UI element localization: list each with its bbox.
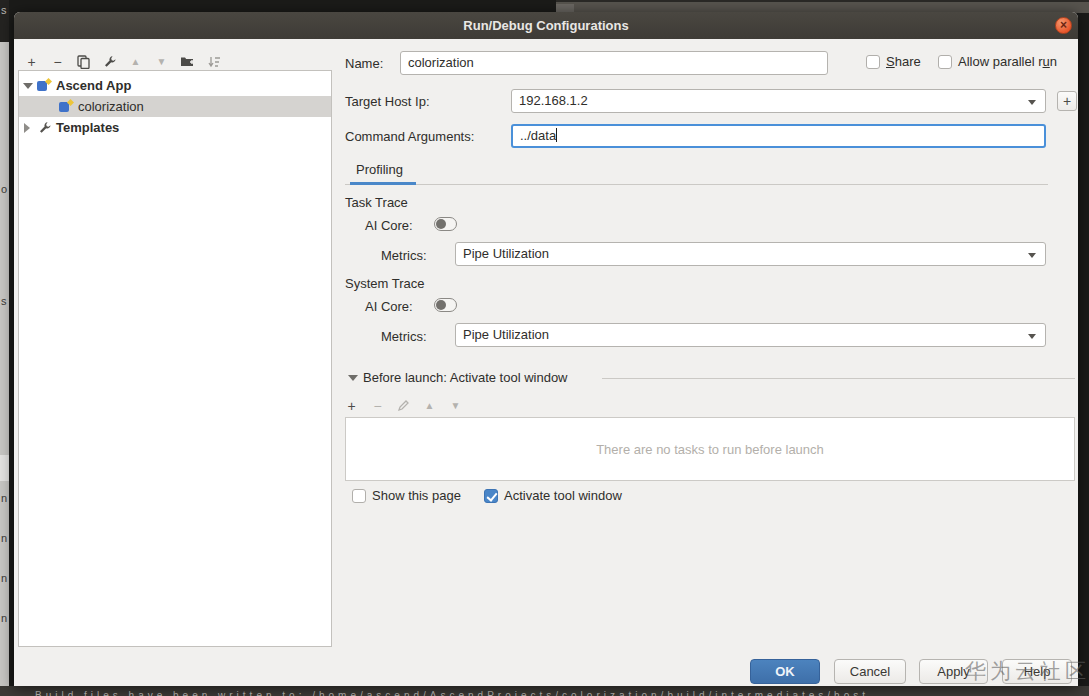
edge-letter: n [1,612,7,624]
dialog-titlebar[interactable]: Run/Debug Configurations [14,12,1078,39]
metrics-label: Metrics: [381,329,427,344]
sort-icon[interactable] [206,54,221,69]
edge-letter: n [1,532,7,544]
share-label: Share [886,54,921,69]
tree-item-ascend-app[interactable]: Ascend App [19,75,331,96]
edge-letter: s [1,4,7,16]
activate-tool-window-checkbox[interactable]: Activate tool window [484,488,622,503]
chevron-expanded-icon[interactable] [23,83,33,89]
edge-highlight [0,455,9,481]
combo-arrow-icon[interactable] [1028,253,1036,258]
tree-item-colorization[interactable]: colorization [19,96,331,117]
copy-icon[interactable] [76,54,91,69]
add-icon[interactable]: + [24,54,39,69]
tab-profiling[interactable]: Profiling [356,162,403,177]
show-this-page-checkbox-box[interactable] [352,489,366,503]
edge-letter: s [1,295,7,307]
add-task-icon[interactable]: + [344,398,359,413]
move-up-icon[interactable]: ▲ [128,54,143,69]
share-checkbox-box[interactable] [866,55,880,69]
tree-item-label: Ascend App [56,78,131,93]
templates-wrench-icon [38,121,52,135]
task-down-icon[interactable]: ▼ [448,398,463,413]
ai-core-toggle[interactable] [434,298,457,312]
combo-arrow-icon[interactable] [1028,100,1036,105]
tab-active-underline [350,182,416,185]
dialog-title: Run/Debug Configurations [463,18,628,33]
target-host-ip-combo[interactable]: 192.168.1.2 [511,89,1046,113]
empty-tasks-text: There are no tasks to run before launch [596,442,824,457]
edge-letter: o [1,183,7,195]
allow-parallel-run-checkbox-box[interactable] [938,55,952,69]
before-launch-title: Before launch: Activate tool window [363,370,568,385]
system-trace-title: System Trace [345,276,424,291]
tree-item-label: colorization [78,99,144,114]
show-this-page-checkbox[interactable]: Show this page [352,488,461,503]
ide-status-bar: Build files have been written to: /home/… [0,686,1089,696]
tree-item-templates[interactable]: Templates [19,117,331,138]
tree-toolbar: + − ▲ ▼ [24,54,221,69]
tree-item-label: Templates [56,120,119,135]
before-launch-toolbar: + − ▲ ▼ [344,398,463,413]
new-folder-icon[interactable] [180,54,195,69]
before-launch-divider [602,378,1075,379]
ai-core-label: AI Core: [365,218,413,233]
share-checkbox[interactable]: Share [866,54,921,69]
ai-core-toggle[interactable] [434,217,457,231]
task-up-icon[interactable]: ▲ [422,398,437,413]
build-output-text: Build files have been written to: /home/… [35,690,869,696]
configuration-icon [59,100,73,113]
ide-toolwindow-edge: s o s n n n n [0,0,9,696]
chevron-collapsed-icon[interactable] [24,123,30,133]
remove-icon[interactable]: − [50,54,65,69]
command-arguments-label: Command Arguments: [345,129,474,144]
allow-parallel-run-checkbox[interactable]: Allow parallel run [938,54,1057,69]
move-down-icon[interactable]: ▼ [154,54,169,69]
metrics-label: Metrics: [381,248,427,263]
command-arguments-input[interactable]: ../data [511,124,1046,148]
close-icon[interactable]: × [1055,17,1072,34]
target-host-ip-label: Target Host Ip: [345,94,430,109]
name-input[interactable]: colorization [400,51,828,75]
remove-task-icon[interactable]: − [370,398,385,413]
tab-strip-line [345,184,1048,185]
ai-core-label: AI Core: [365,299,413,314]
metrics-combo[interactable]: Pipe Utilization [455,242,1046,266]
ok-button[interactable]: OK [750,659,820,684]
activate-tool-window-checkbox-box[interactable] [484,489,498,503]
combo-arrow-icon[interactable] [1028,334,1036,339]
text-caret [556,128,557,142]
watermark-text: 华为云社区 [965,657,1089,685]
edit-defaults-wrench-icon[interactable] [102,54,117,69]
before-launch-collapse-icon[interactable] [348,375,358,381]
task-trace-title: Task Trace [345,195,408,210]
edge-letter: n [1,572,7,584]
metrics-combo[interactable]: Pipe Utilization [455,323,1046,347]
allow-parallel-run-label: Allow parallel run [958,54,1057,69]
edge-letter: n [1,492,7,504]
configurations-tree: Ascend App colorization Templates [18,70,332,647]
cancel-button[interactable]: Cancel [834,659,906,684]
edit-task-icon[interactable] [396,398,411,413]
ascend-app-icon [37,79,51,92]
before-launch-task-list: There are no tasks to run before launch [345,417,1075,481]
name-label: Name: [345,56,383,71]
add-host-button[interactable]: + [1057,91,1077,111]
run-debug-configurations-dialog: Run/Debug Configurations × + − ▲ ▼ Ascen… [14,12,1078,686]
